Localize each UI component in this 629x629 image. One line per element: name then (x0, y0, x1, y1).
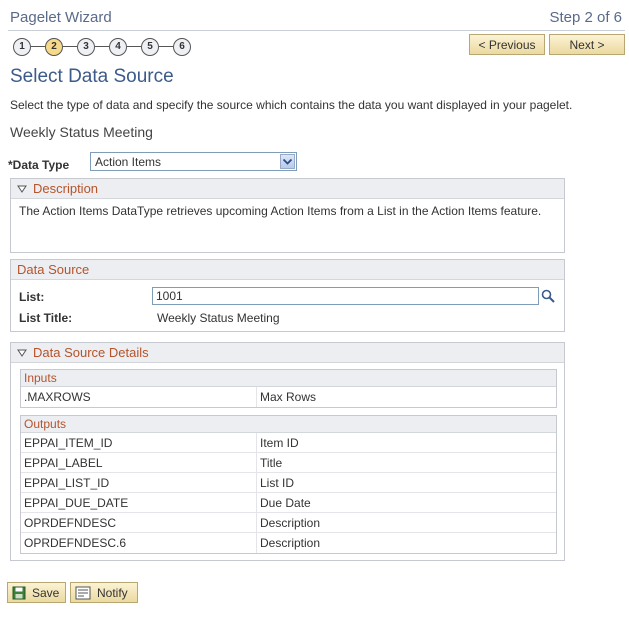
output-field-label: Due Date (260, 495, 311, 510)
data-source-details-section: Data Source Details Inputs .MAXROWS Max … (10, 342, 565, 561)
save-icon (12, 586, 26, 599)
lookup-icon[interactable] (541, 289, 555, 306)
outputs-grid-header: Outputs (21, 416, 556, 433)
table-row: OPRDEFNDESC Description (21, 513, 556, 533)
outputs-grid: Outputs EPPAI_ITEM_ID Item ID EPPAI_LABE… (20, 415, 557, 554)
output-field-label: Item ID (260, 435, 299, 450)
table-row: EPPAI_LABEL Title (21, 453, 556, 473)
output-field-name: EPPAI_LABEL (21, 453, 257, 472)
wizard-title: Pagelet Wizard (10, 9, 112, 26)
step-connector (95, 46, 109, 47)
output-field-label: Description (260, 536, 321, 550)
header-divider (8, 30, 625, 31)
description-text: The Action Items DataType retrieves upco… (19, 204, 542, 218)
data-source-details-header-label: Data Source Details (33, 345, 149, 360)
pagelet-name: Weekly Status Meeting (10, 124, 153, 140)
output-field-name: OPRDEFNDESC (21, 513, 257, 532)
page-title: Select Data Source (10, 66, 174, 87)
table-row: OPRDEFNDESC.6 Description (21, 533, 556, 553)
step-5[interactable]: 5 (141, 37, 159, 56)
list-title-label: List Title: (19, 311, 73, 325)
output-field-label: Description (260, 515, 321, 530)
data-type-selected-value: Action Items (95, 154, 162, 169)
input-field-name: .MAXROWS (21, 387, 257, 407)
step-3[interactable]: 3 (77, 37, 95, 56)
collapse-triangle-icon[interactable] (17, 348, 27, 358)
output-field-name: EPPAI_ITEM_ID (21, 433, 257, 452)
list-label: List: (19, 290, 45, 304)
description-header-label: Description (33, 181, 99, 196)
data-type-select[interactable]: Action Items (90, 152, 297, 171)
step-indicator-text: Step 2 of 6 (549, 9, 622, 26)
step-2-current: 2 (45, 37, 63, 56)
input-field-label: Max Rows (260, 390, 317, 404)
table-row: EPPAI_ITEM_ID Item ID (21, 433, 556, 453)
collapse-triangle-icon[interactable] (17, 184, 27, 194)
table-row: .MAXROWS Max Rows (21, 387, 556, 407)
data-type-label: *Data Type (8, 158, 70, 172)
step-connector (159, 46, 173, 47)
step-4[interactable]: 4 (109, 37, 127, 56)
output-field-name: OPRDEFNDESC.6 (21, 533, 257, 553)
inputs-grid-header: Inputs (21, 370, 556, 387)
previous-button[interactable]: < Previous (469, 34, 545, 55)
description-section: Description The Action Items DataType re… (10, 178, 565, 253)
step-progress: 1 2 3 4 5 6 (13, 37, 191, 56)
notify-button[interactable]: Notify (70, 582, 138, 603)
table-row: EPPAI_DUE_DATE Due Date (21, 493, 556, 513)
notify-icon (75, 586, 91, 599)
output-field-label: List ID (260, 475, 295, 490)
list-title-value: Weekly Status Meeting (157, 311, 280, 325)
table-row: EPPAI_LIST_ID List ID (21, 473, 556, 493)
notify-button-label: Notify (97, 585, 128, 600)
list-input[interactable]: 1001 (152, 287, 539, 305)
data-source-details-header[interactable]: Data Source Details (11, 343, 564, 363)
inputs-grid: Inputs .MAXROWS Max Rows (20, 369, 557, 408)
chevron-down-icon[interactable] (280, 154, 295, 169)
next-button[interactable]: Next > (549, 34, 625, 55)
save-button-label: Save (32, 585, 60, 600)
output-field-name: EPPAI_DUE_DATE (21, 493, 257, 512)
description-header[interactable]: Description (11, 179, 564, 199)
data-source-header: Data Source (11, 260, 564, 280)
output-field-label: Title (260, 455, 283, 470)
step-1[interactable]: 1 (13, 37, 31, 56)
step-connector (63, 46, 77, 47)
step-6[interactable]: 6 (173, 37, 191, 56)
output-field-name: EPPAI_LIST_ID (21, 473, 257, 492)
data-source-header-label: Data Source (17, 262, 90, 277)
step-connector (127, 46, 141, 47)
save-button[interactable]: Save (7, 582, 66, 603)
instructions-text: Select the type of data and specify the … (10, 98, 573, 112)
step-connector (31, 46, 45, 47)
